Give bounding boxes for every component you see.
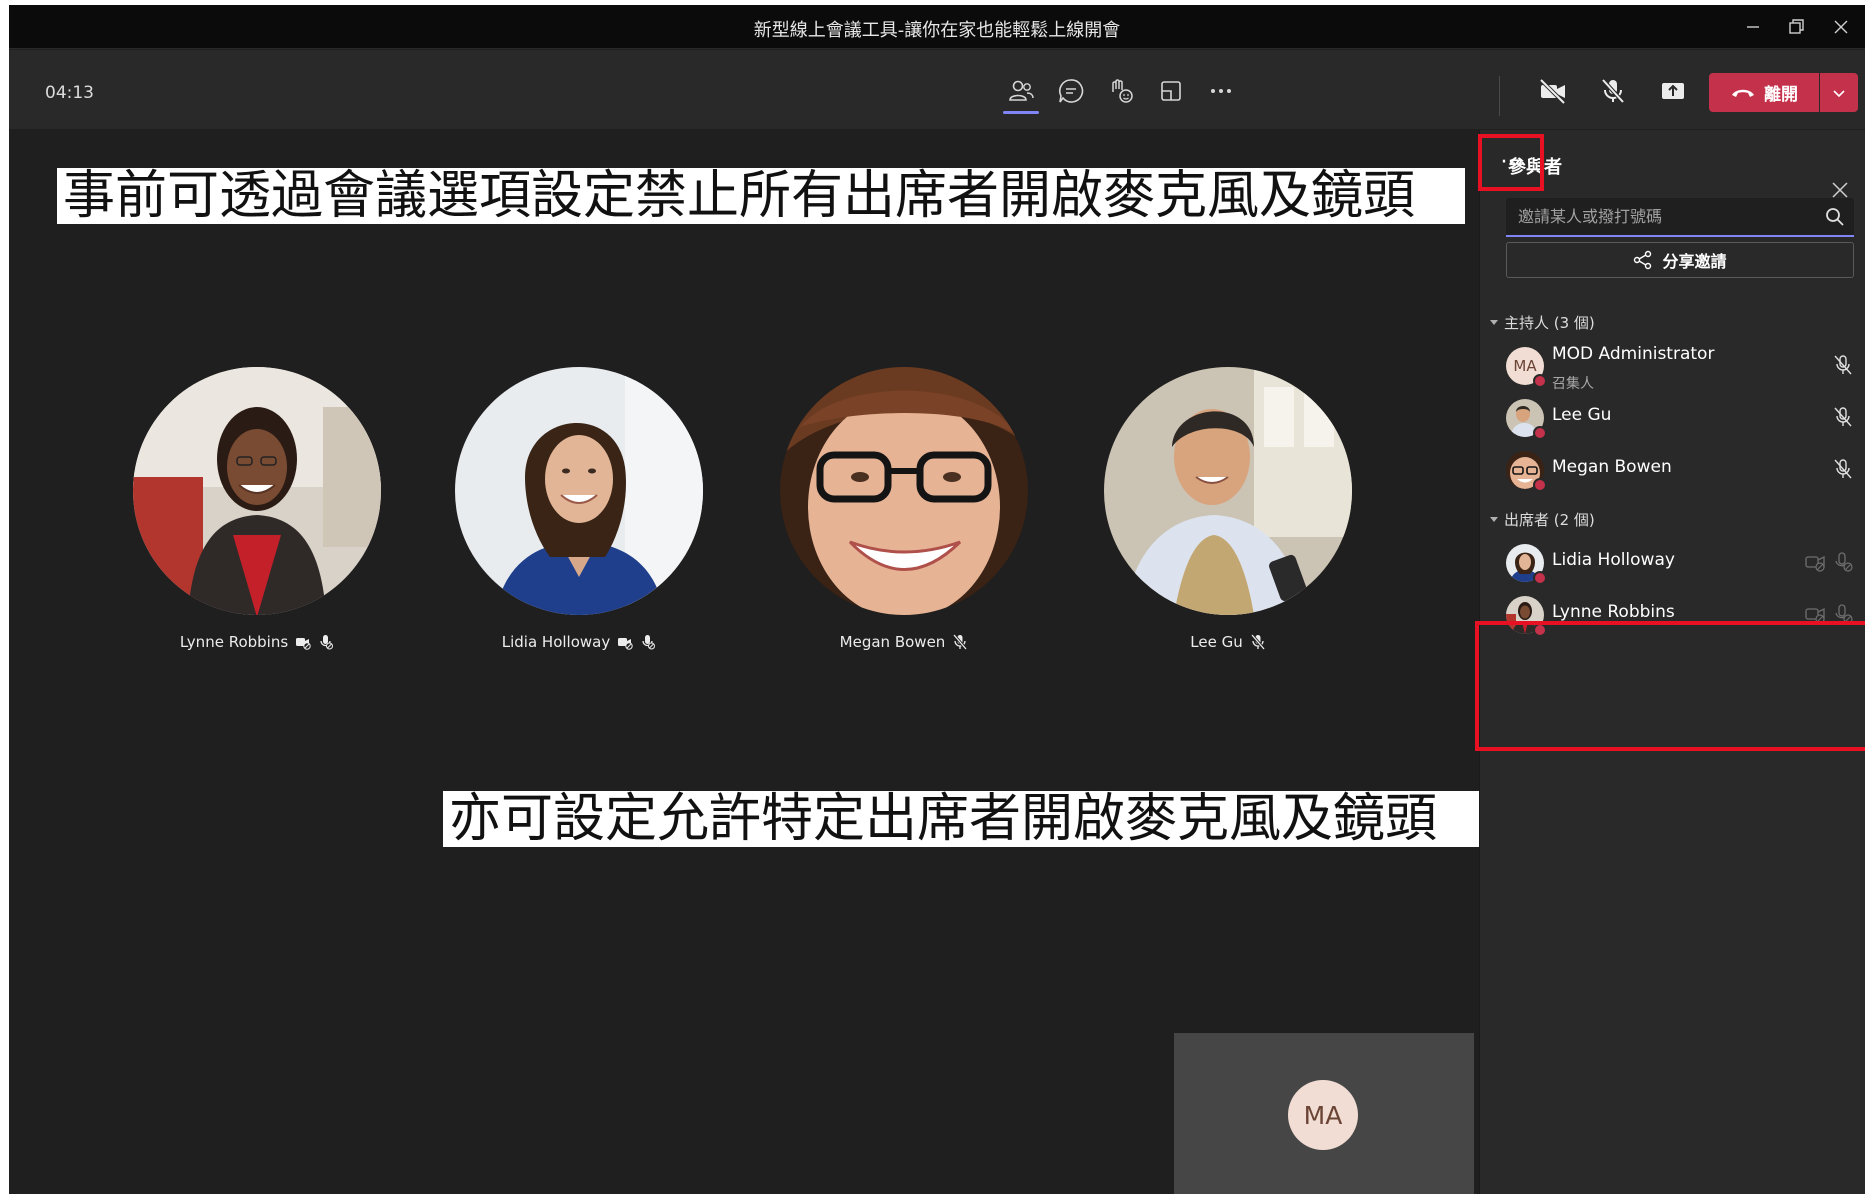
participant-photo: [780, 367, 1028, 615]
camera-button[interactable]: [1530, 68, 1576, 114]
more-actions-button[interactable]: [1198, 68, 1244, 114]
participant-photo: [1104, 367, 1352, 615]
caption-top: 事前可透過會議選項設定禁止所有出席者開啟麥克風及鏡頭: [57, 168, 1465, 224]
video-tile[interactable]: Lidia Holloway: [455, 367, 703, 651]
raise-hand-icon: [1112, 79, 1133, 103]
share-screen-icon: [1662, 83, 1684, 99]
self-view-tile[interactable]: MA: [1174, 1033, 1474, 1194]
hang-up-icon: [1732, 89, 1754, 97]
status-badge: [1533, 374, 1547, 388]
mic-off-icon: [1601, 78, 1625, 104]
tile-name-row: Lidia Holloway: [415, 633, 743, 651]
close-window-button[interactable]: [1817, 11, 1865, 43]
tile-name-row: Megan Bowen: [740, 633, 1068, 651]
chat-button[interactable]: [1048, 68, 1094, 114]
video-tile[interactable]: Megan Bowen: [780, 367, 1028, 651]
mic-off-icon: [1250, 634, 1266, 650]
mic-off-icon[interactable]: [1831, 457, 1855, 481]
close-icon: [1834, 20, 1848, 34]
rooms-button[interactable]: [1148, 68, 1194, 114]
participant-name: Lee Gu: [1552, 405, 1612, 425]
participant-row[interactable]: MA MOD Administrator 召集人: [1480, 338, 1865, 392]
video-tile[interactable]: Lynne Robbins: [133, 367, 381, 651]
participant-name: Megan Bowen: [1552, 457, 1672, 477]
meeting-toolbar: 04:13 離開: [9, 50, 1865, 129]
minimize-icon: [1747, 26, 1759, 28]
minimize-button[interactable]: [1729, 11, 1777, 43]
teams-meeting-window: 新型線上會議工具-讓你在家也能輕鬆上線開會 04:13 離開 事前可透過會議選項…: [9, 5, 1865, 1194]
camera-disabled-icon: [617, 634, 633, 650]
ellipsis-icon: [1211, 89, 1231, 93]
participant-photo: [455, 367, 703, 615]
leave-button[interactable]: 離開: [1709, 73, 1819, 112]
leave-options-button[interactable]: [1820, 73, 1858, 112]
meeting-timer: 04:13: [45, 83, 94, 103]
participant-name: Megan Bowen: [839, 633, 946, 651]
section-label: 主持人 (3 個): [1504, 314, 1595, 332]
attendees-section-header[interactable]: 出席者 (2 個): [1490, 509, 1595, 530]
status-badge: [1533, 571, 1547, 585]
restore-button[interactable]: [1773, 11, 1821, 43]
reactions-button[interactable]: [1098, 68, 1144, 114]
tile-name-row: Lee Gu: [1064, 633, 1392, 651]
participant-row[interactable]: Megan Bowen: [1480, 442, 1865, 494]
participant-name: Lidia Holloway: [1552, 550, 1675, 570]
chat-icon: [1059, 79, 1084, 103]
leave-label: 離開: [1764, 85, 1798, 105]
share-invite-button[interactable]: 分享邀請: [1506, 242, 1854, 278]
participant-row[interactable]: Lee Gu: [1480, 390, 1865, 442]
status-badge: [1533, 478, 1547, 492]
mic-off-icon[interactable]: [1831, 405, 1855, 429]
participant-row[interactable]: Lidia Holloway: [1480, 535, 1865, 587]
window-title: 新型線上會議工具-讓你在家也能輕鬆上線開會: [753, 20, 1121, 41]
mic-off-icon: [952, 634, 968, 650]
participant-name: Lynne Robbins: [1552, 602, 1675, 622]
mic-disabled-icon[interactable]: [1831, 550, 1855, 574]
mic-disabled-icon: [318, 634, 334, 650]
close-icon: [1832, 182, 1848, 198]
toolbar-divider: [1499, 76, 1500, 116]
close-panel-button[interactable]: [1825, 175, 1855, 205]
title-bar: 新型線上會議工具-讓你在家也能輕鬆上線開會: [9, 5, 1865, 49]
participant-name: Lidia Holloway: [501, 633, 611, 651]
attendees-highlight-box: [1475, 621, 1865, 751]
mic-button[interactable]: [1590, 68, 1636, 114]
presenters-section-header[interactable]: 主持人 (3 個): [1490, 312, 1595, 333]
share-button[interactable]: [1650, 68, 1696, 114]
chevron-down-icon: [1833, 89, 1845, 97]
participant-name: MOD Administrator: [1552, 344, 1715, 364]
meeting-stage: 事前可透過會議選項設定禁止所有出席者開啟麥克風及鏡頭 Lynne Robbins…: [9, 130, 1487, 1194]
invite-search-box[interactable]: [1506, 198, 1854, 237]
camera-off-icon: [1539, 78, 1566, 105]
people-icon: [1009, 80, 1034, 101]
search-icon[interactable]: [1824, 206, 1846, 228]
section-label: 出席者 (2 個): [1504, 511, 1595, 529]
participant-name: Lee Gu: [1190, 633, 1243, 651]
mic-disabled-icon: [640, 634, 656, 650]
camera-disabled-icon: [295, 634, 311, 650]
restore-icon: [1789, 19, 1804, 34]
share-invite-label: 分享邀請: [1662, 252, 1727, 271]
invite-search-input[interactable]: [1518, 198, 1808, 235]
participant-photo: [133, 367, 381, 615]
tile-name-row: Lynne Robbins: [93, 633, 421, 651]
breakout-rooms-icon: [1161, 81, 1181, 101]
caret-down-icon: [1490, 319, 1498, 325]
share-icon: [1634, 250, 1652, 270]
status-badge: [1533, 426, 1547, 440]
avatar: MA: [1288, 1080, 1358, 1150]
camera-disabled-icon[interactable]: [1803, 550, 1827, 574]
video-tile[interactable]: Lee Gu: [1104, 367, 1352, 651]
caret-down-icon: [1490, 516, 1498, 522]
participant-name: Lynne Robbins: [179, 633, 289, 651]
caption-bottom: 亦可設定允許特定出席者開啟麥克風及鏡頭: [443, 791, 1487, 847]
mic-off-icon[interactable]: [1831, 353, 1855, 377]
participant-options-button[interactable]: ···: [1478, 134, 1544, 191]
participants-button[interactable]: [998, 68, 1044, 114]
